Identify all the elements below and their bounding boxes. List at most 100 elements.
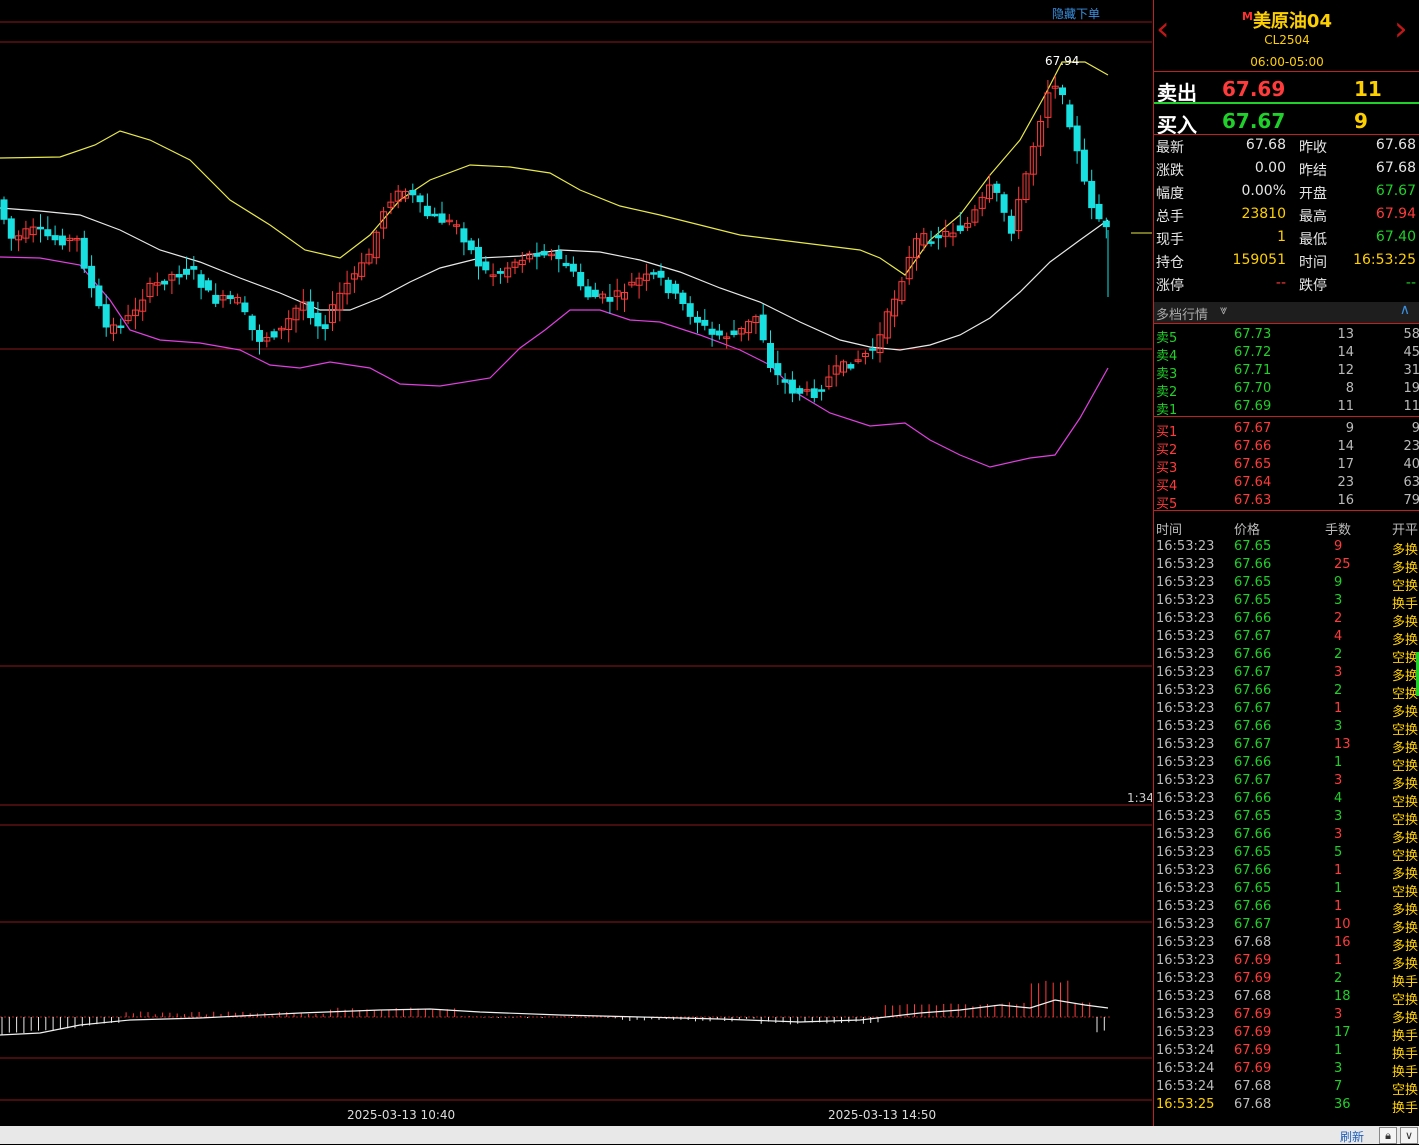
- trade-price: 67.69: [1234, 1007, 1272, 1022]
- stat-value: 67.94: [1375, 206, 1416, 222]
- trade-type: 空换: [1392, 993, 1419, 1008]
- depth-total: 79: [1403, 493, 1419, 508]
- depth-row[interactable]: 卖4 67.72 14 45: [1154, 345, 1419, 364]
- candle-body: [80, 237, 88, 269]
- candle-body: [606, 297, 614, 302]
- trade-row: 16:53:23 67.66 3 多换: [1154, 827, 1419, 846]
- candle-body: [1007, 215, 1015, 234]
- depth-price: 67.72: [1234, 345, 1272, 360]
- depth-volume: 23: [1337, 475, 1354, 490]
- stat-row: 持仓 159051 时间 16:53:25: [1154, 252, 1419, 274]
- trade-row: 16:53:23 67.68 18 空换: [1154, 989, 1419, 1008]
- trade-row: 16:53:23 67.66 1 多换: [1154, 899, 1419, 918]
- stat-row: 幅度 0.00% 开盘 67.67: [1154, 183, 1419, 205]
- trade-time: 16:53:23: [1156, 989, 1215, 1004]
- depth-row[interactable]: 卖3 67.71 12 31: [1154, 363, 1419, 382]
- depth-row[interactable]: 买4 67.64 23 63: [1154, 475, 1419, 494]
- chevron-up-icon[interactable]: ∧: [1400, 302, 1410, 318]
- depth-total: 11: [1403, 399, 1419, 414]
- candle-body: [847, 364, 855, 369]
- stat-label: 跌停: [1299, 278, 1327, 294]
- trade-time: 16:53:23: [1156, 809, 1215, 824]
- trade-volume: 2: [1334, 683, 1343, 698]
- candle-body: [708, 328, 716, 335]
- depth-level: 买3: [1156, 461, 1178, 476]
- depth-volume: 12: [1337, 363, 1354, 378]
- candle-body: [256, 330, 263, 342]
- depth-total: 63: [1403, 475, 1419, 490]
- trade-time: 16:53:23: [1156, 899, 1215, 914]
- status-bar: [0, 1126, 1419, 1144]
- depth-price: 67.67: [1234, 421, 1272, 436]
- depth-price: 67.71: [1234, 363, 1272, 378]
- trade-volume: 2: [1334, 971, 1343, 986]
- kline-chart[interactable]: 67.94 1:34 2025-03-13 10:40 2025-03-13 1…: [0, 0, 1152, 1126]
- trade-type: 换手: [1392, 975, 1419, 990]
- trade-price: 67.68: [1234, 989, 1272, 1004]
- trade-price: 67.65: [1234, 845, 1272, 860]
- depth-row[interactable]: 卖5 67.73 13 58: [1154, 327, 1419, 346]
- double-chevron-down-icon[interactable]: ⩔: [1220, 303, 1227, 318]
- lock-icon[interactable]: 🔒︎: [1379, 1127, 1397, 1144]
- trade-volume: 2: [1334, 647, 1343, 662]
- depth-total: 58: [1403, 327, 1419, 342]
- trade-volume: 3: [1334, 665, 1343, 680]
- candle-body: [1000, 194, 1008, 213]
- candle-body: [212, 294, 220, 304]
- trade-price: 67.69: [1234, 1043, 1272, 1058]
- trade-price: 67.67: [1234, 665, 1272, 680]
- trade-row: 16:53:23 67.65 3 空换: [1154, 809, 1419, 828]
- trade-time: 16:53:23: [1156, 647, 1215, 662]
- depth-row[interactable]: 卖2 67.70 8 19: [1154, 381, 1419, 400]
- depth-total: 19: [1403, 381, 1419, 396]
- depth-volume: 8: [1345, 381, 1354, 396]
- chevron-down-icon[interactable]: ∨: [1400, 1127, 1418, 1144]
- depth-row[interactable]: 买2 67.66 14 23: [1154, 439, 1419, 458]
- stat-label: 最高: [1299, 209, 1327, 225]
- candle-body: [58, 235, 66, 246]
- trade-time: 16:53:23: [1156, 1007, 1215, 1022]
- instrument-header: ‹ › M美原油04 CL2504 06:00-05:00: [1154, 0, 1419, 72]
- countdown-label: 1:34: [1127, 791, 1152, 805]
- stat-value: 23810: [1241, 206, 1286, 222]
- candlesticks: [0, 75, 1110, 403]
- depth-row[interactable]: 买1 67.67 9 9: [1154, 421, 1419, 440]
- candle-body: [774, 363, 782, 376]
- trade-row: 16:53:23 67.66 2 空换: [1154, 683, 1419, 702]
- trade-price: 67.69: [1234, 1061, 1272, 1076]
- trade-volume: 3: [1334, 827, 1343, 842]
- trade-volume: 3: [1334, 719, 1343, 734]
- depth-volume: 11: [1337, 399, 1354, 414]
- depth-row[interactable]: 买5 67.63 16 79: [1154, 493, 1419, 512]
- candle-body: [810, 388, 818, 398]
- bid-row[interactable]: 买入 67.67 9: [1154, 105, 1419, 137]
- depth-row[interactable]: 卖1 67.69 11 11: [1154, 399, 1419, 418]
- trade-type: 多换: [1392, 903, 1419, 918]
- candle-body: [7, 218, 15, 239]
- ask-row[interactable]: 卖出 67.69 11: [1154, 73, 1419, 105]
- depth-volume: 14: [1337, 439, 1354, 454]
- trade-time: 16:53:23: [1156, 701, 1215, 716]
- column-header: 时间: [1156, 523, 1183, 538]
- trade-type: 多换: [1392, 615, 1419, 630]
- candle-body: [562, 262, 570, 267]
- refresh-link[interactable]: 刷新: [1340, 1128, 1364, 1145]
- depth-header[interactable]: 多档行情 ⩔ ∧: [1154, 302, 1419, 324]
- depth-price: 67.66: [1234, 439, 1272, 454]
- candle-body: [190, 266, 198, 270]
- trade-type: 换手: [1392, 1029, 1419, 1044]
- trade-row: 16:53:23 67.65 3 换手: [1154, 593, 1419, 612]
- trade-price: 67.66: [1234, 863, 1272, 878]
- stat-row: 涨跌 0.00 昨结 67.68: [1154, 160, 1419, 182]
- hide-orders-link[interactable]: 隐藏下单: [1052, 5, 1100, 22]
- trade-volume: 3: [1334, 809, 1343, 824]
- stat-value: 0.00: [1254, 160, 1286, 176]
- trade-time: 16:53:23: [1156, 737, 1215, 752]
- depth-price: 67.70: [1234, 381, 1272, 396]
- trade-row: 16:53:23 67.65 9 空换: [1154, 575, 1419, 594]
- candle-body: [657, 270, 665, 278]
- depth-row[interactable]: 买3 67.65 17 40: [1154, 457, 1419, 476]
- bollinger-bands: [0, 61, 1109, 468]
- trade-price: 67.65: [1234, 881, 1272, 896]
- trade-type: 空换: [1392, 723, 1419, 738]
